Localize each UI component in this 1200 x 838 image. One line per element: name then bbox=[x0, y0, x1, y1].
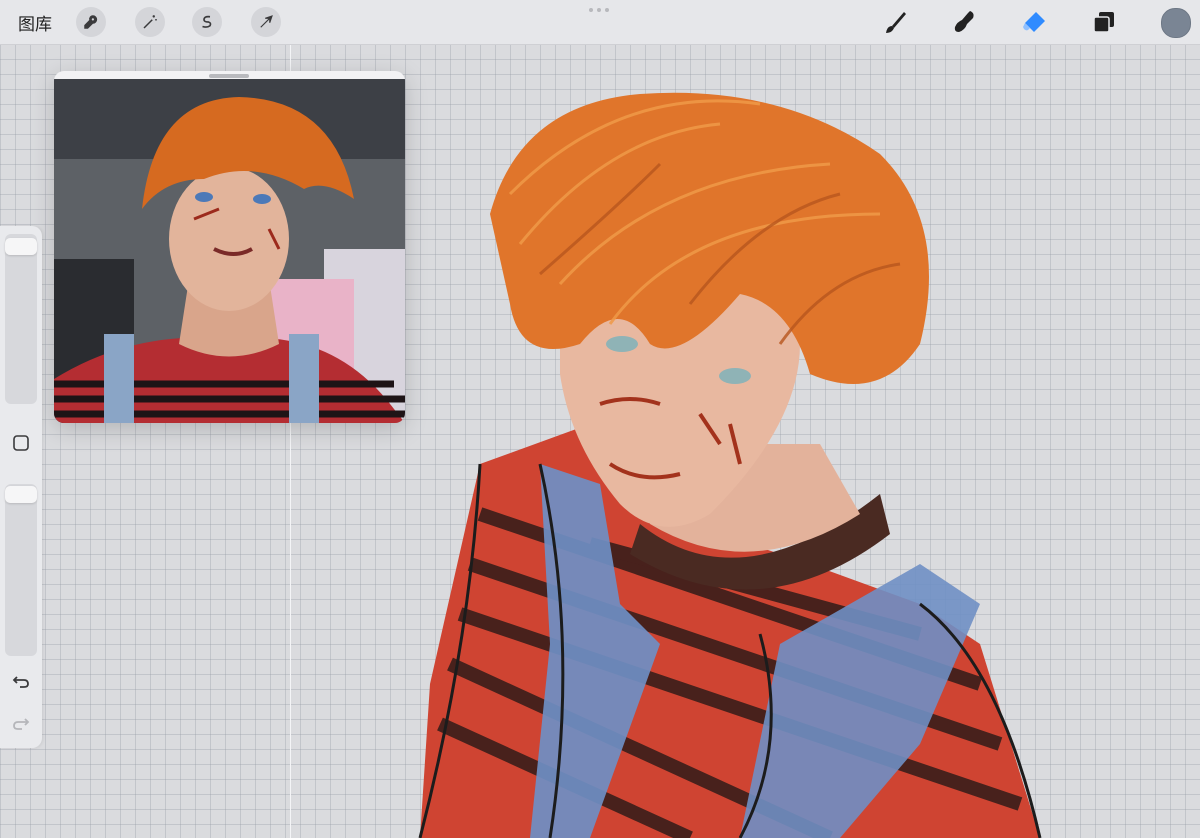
magic-wand-icon[interactable] bbox=[135, 7, 165, 37]
eraser-icon[interactable] bbox=[1018, 6, 1050, 38]
reference-window-grip[interactable] bbox=[209, 74, 249, 78]
layers-icon[interactable] bbox=[1088, 6, 1120, 38]
wrench-icon[interactable] bbox=[76, 7, 106, 37]
color-swatch[interactable] bbox=[1161, 8, 1191, 38]
redo-icon[interactable] bbox=[10, 712, 32, 734]
brush-icon[interactable] bbox=[880, 6, 912, 38]
drag-handle-dots[interactable] bbox=[589, 8, 609, 12]
reference-window[interactable] bbox=[54, 71, 405, 423]
artwork-painting bbox=[418, 92, 1042, 838]
top-toolbar: 图库 bbox=[0, 0, 1200, 45]
opacity-slider[interactable] bbox=[5, 484, 37, 656]
selection-icon[interactable] bbox=[192, 7, 222, 37]
drawing-canvas[interactable] bbox=[0, 44, 1200, 838]
square-icon[interactable] bbox=[10, 432, 32, 454]
opacity-thumb[interactable] bbox=[5, 486, 37, 503]
left-sidebar bbox=[0, 226, 42, 748]
brush-size-slider[interactable] bbox=[5, 234, 37, 404]
smudge-icon[interactable] bbox=[948, 6, 980, 38]
reference-photo bbox=[54, 79, 405, 423]
gallery-button[interactable]: 图库 bbox=[18, 10, 52, 35]
undo-icon[interactable] bbox=[10, 670, 32, 692]
brush-size-thumb[interactable] bbox=[5, 238, 37, 255]
transform-arrow-icon[interactable] bbox=[251, 7, 281, 37]
